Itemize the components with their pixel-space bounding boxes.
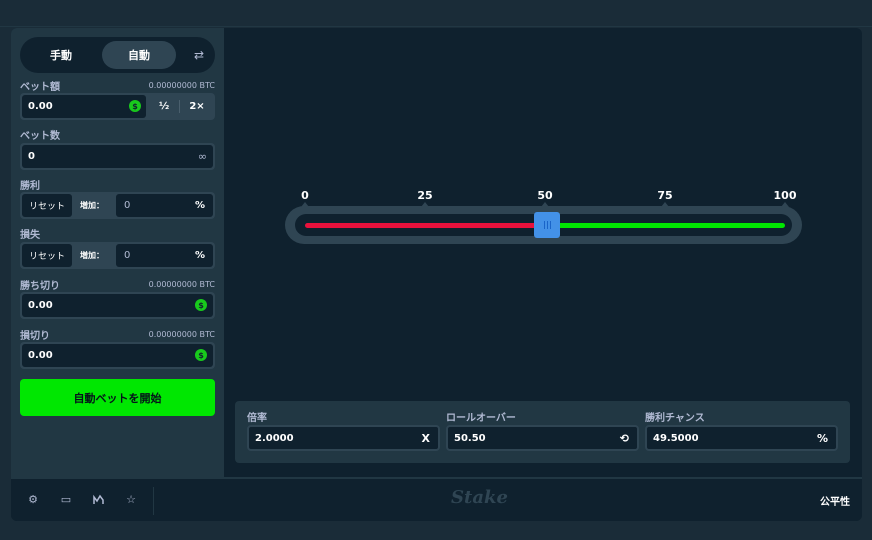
win-chance-value: 49.5000 bbox=[653, 432, 699, 444]
slider-tick-marker bbox=[421, 202, 429, 207]
gear-icon[interactable]: ⚙ bbox=[25, 491, 41, 507]
bet-sidebar: 手動 自動 ⇄ ベット額 0.00000000 BTC 0.00 $ ½ 2× … bbox=[11, 28, 224, 477]
multiply-icon: X bbox=[421, 432, 430, 445]
slider-tick-marker bbox=[661, 202, 669, 207]
bet-count-label: ベット数 bbox=[20, 130, 60, 142]
lose-range bbox=[305, 223, 548, 228]
stop-profit-field: 0.00 $ bbox=[20, 292, 215, 319]
bet-count-input[interactable]: 0 bbox=[22, 145, 213, 168]
on-win-input[interactable]: 0 % bbox=[116, 194, 213, 217]
on-loss-label: 損失 bbox=[20, 229, 40, 241]
stop-profit-label: 勝ち切り bbox=[20, 280, 60, 292]
half-button[interactable]: ½ bbox=[150, 95, 178, 118]
on-win-reset-button[interactable]: リセット bbox=[22, 194, 72, 217]
swap-icon[interactable]: ⇄ bbox=[189, 45, 209, 65]
percent-icon: % bbox=[816, 432, 828, 445]
win-chance-label: 勝利チャンス bbox=[645, 413, 705, 424]
on-loss-field: リセット 増加： 0 % bbox=[20, 242, 215, 269]
slider-tick-label: 50 bbox=[537, 189, 553, 202]
fairness-link[interactable]: 公平性 bbox=[820, 493, 850, 508]
on-win-label: 勝利 bbox=[20, 180, 40, 192]
auto-tab[interactable]: 自動 bbox=[102, 41, 176, 69]
bet-amount-label: ベット額 bbox=[20, 81, 60, 93]
refresh-icon[interactable]: ⟲ bbox=[620, 432, 629, 445]
footer-divider bbox=[153, 487, 154, 515]
on-win-value: 0 bbox=[124, 200, 131, 211]
coin-icon: $ bbox=[195, 349, 207, 361]
footer-bar: ⚙ ▭ ☆ Stake 公平性 bbox=[11, 477, 862, 521]
win-range bbox=[547, 223, 785, 228]
stop-loss-field: 0.00 $ bbox=[20, 342, 215, 369]
grip-line bbox=[543, 221, 545, 229]
multiplier-input[interactable]: 2.0000 X bbox=[247, 425, 440, 451]
slider-tick-marker bbox=[781, 202, 789, 207]
bet-count-field: 0 ∞ bbox=[20, 143, 215, 170]
star-icon[interactable]: ☆ bbox=[123, 491, 139, 507]
slider-tick-label: 0 bbox=[301, 189, 309, 202]
on-loss-increase-button[interactable]: 増加： bbox=[80, 244, 104, 267]
stop-loss-btc: 0.00000000 BTC bbox=[148, 329, 215, 339]
stop-loss-label-row: 損切り 0.00000000 BTC bbox=[20, 327, 215, 342]
stop-profit-btc: 0.00000000 BTC bbox=[148, 279, 215, 289]
bet-amount-btc: 0.00000000 BTC bbox=[148, 80, 215, 90]
dice-slider bbox=[285, 206, 802, 244]
bet-count-label-row: ベット数 bbox=[20, 127, 215, 142]
bet-amount-label-row: ベット額 0.00000000 BTC bbox=[20, 78, 215, 93]
stop-profit-input[interactable]: 0.00 bbox=[22, 294, 213, 317]
on-loss-label-row: 損失 bbox=[20, 226, 215, 241]
infinity-icon[interactable]: ∞ bbox=[198, 150, 207, 163]
slider-tick-label: 75 bbox=[657, 189, 673, 202]
on-win-increase-button[interactable]: 増加： bbox=[80, 194, 104, 217]
rollover-label: ロールオーバー bbox=[446, 413, 516, 424]
manual-tab[interactable]: 手動 bbox=[24, 41, 98, 69]
stake-logo: Stake bbox=[451, 487, 508, 508]
rollover-value: 50.50 bbox=[454, 432, 486, 444]
bet-amount-field: 0.00 $ ½ 2× bbox=[20, 93, 215, 120]
win-chance-input[interactable]: 49.5000 % bbox=[645, 425, 838, 451]
percent-icon: % bbox=[194, 200, 205, 211]
coin-icon: $ bbox=[195, 299, 207, 311]
stats-panel: 倍率 2.0000 X ロールオーバー 50.50 ⟲ 勝利チャンス 49.50… bbox=[235, 401, 850, 463]
on-loss-value: 0 bbox=[124, 250, 131, 261]
coin-icon: $ bbox=[129, 100, 141, 112]
on-win-field: リセット 増加： 0 % bbox=[20, 192, 215, 219]
grip-line bbox=[549, 221, 551, 229]
on-loss-input[interactable]: 0 % bbox=[116, 244, 213, 267]
grip-line bbox=[546, 221, 548, 229]
multiplier-label: 倍率 bbox=[247, 413, 267, 424]
game-frame: 手動 自動 ⇄ ベット額 0.00000000 BTC 0.00 $ ½ 2× … bbox=[11, 28, 862, 521]
rollover-input[interactable]: 50.50 ⟲ bbox=[446, 425, 639, 451]
slider-handle[interactable] bbox=[534, 212, 561, 238]
bet-amount-input[interactable]: 0.00 bbox=[22, 95, 146, 118]
slider-tick-marker bbox=[541, 202, 549, 207]
top-strip bbox=[0, 0, 872, 27]
percent-icon: % bbox=[194, 250, 205, 261]
stop-profit-label-row: 勝ち切り 0.00000000 BTC bbox=[20, 277, 215, 292]
double-button[interactable]: 2× bbox=[181, 95, 213, 118]
slider-tick-label: 25 bbox=[417, 189, 433, 202]
start-autobet-button[interactable]: 自動ベットを開始 bbox=[20, 379, 215, 416]
on-win-label-row: 勝利 bbox=[20, 177, 215, 192]
theatre-icon[interactable]: ▭ bbox=[58, 491, 74, 507]
stop-loss-input[interactable]: 0.00 bbox=[22, 344, 213, 367]
on-loss-reset-button[interactable]: リセット bbox=[22, 244, 72, 267]
mode-toggle: 手動 自動 ⇄ bbox=[20, 37, 215, 73]
stats-icon[interactable] bbox=[91, 491, 107, 507]
multiplier-value: 2.0000 bbox=[255, 432, 294, 444]
slider-tick-marker bbox=[301, 202, 309, 207]
stop-loss-label: 損切り bbox=[20, 330, 50, 342]
slider-tick-label: 100 bbox=[773, 189, 797, 202]
slider-track[interactable] bbox=[295, 212, 792, 238]
divider bbox=[179, 100, 180, 113]
